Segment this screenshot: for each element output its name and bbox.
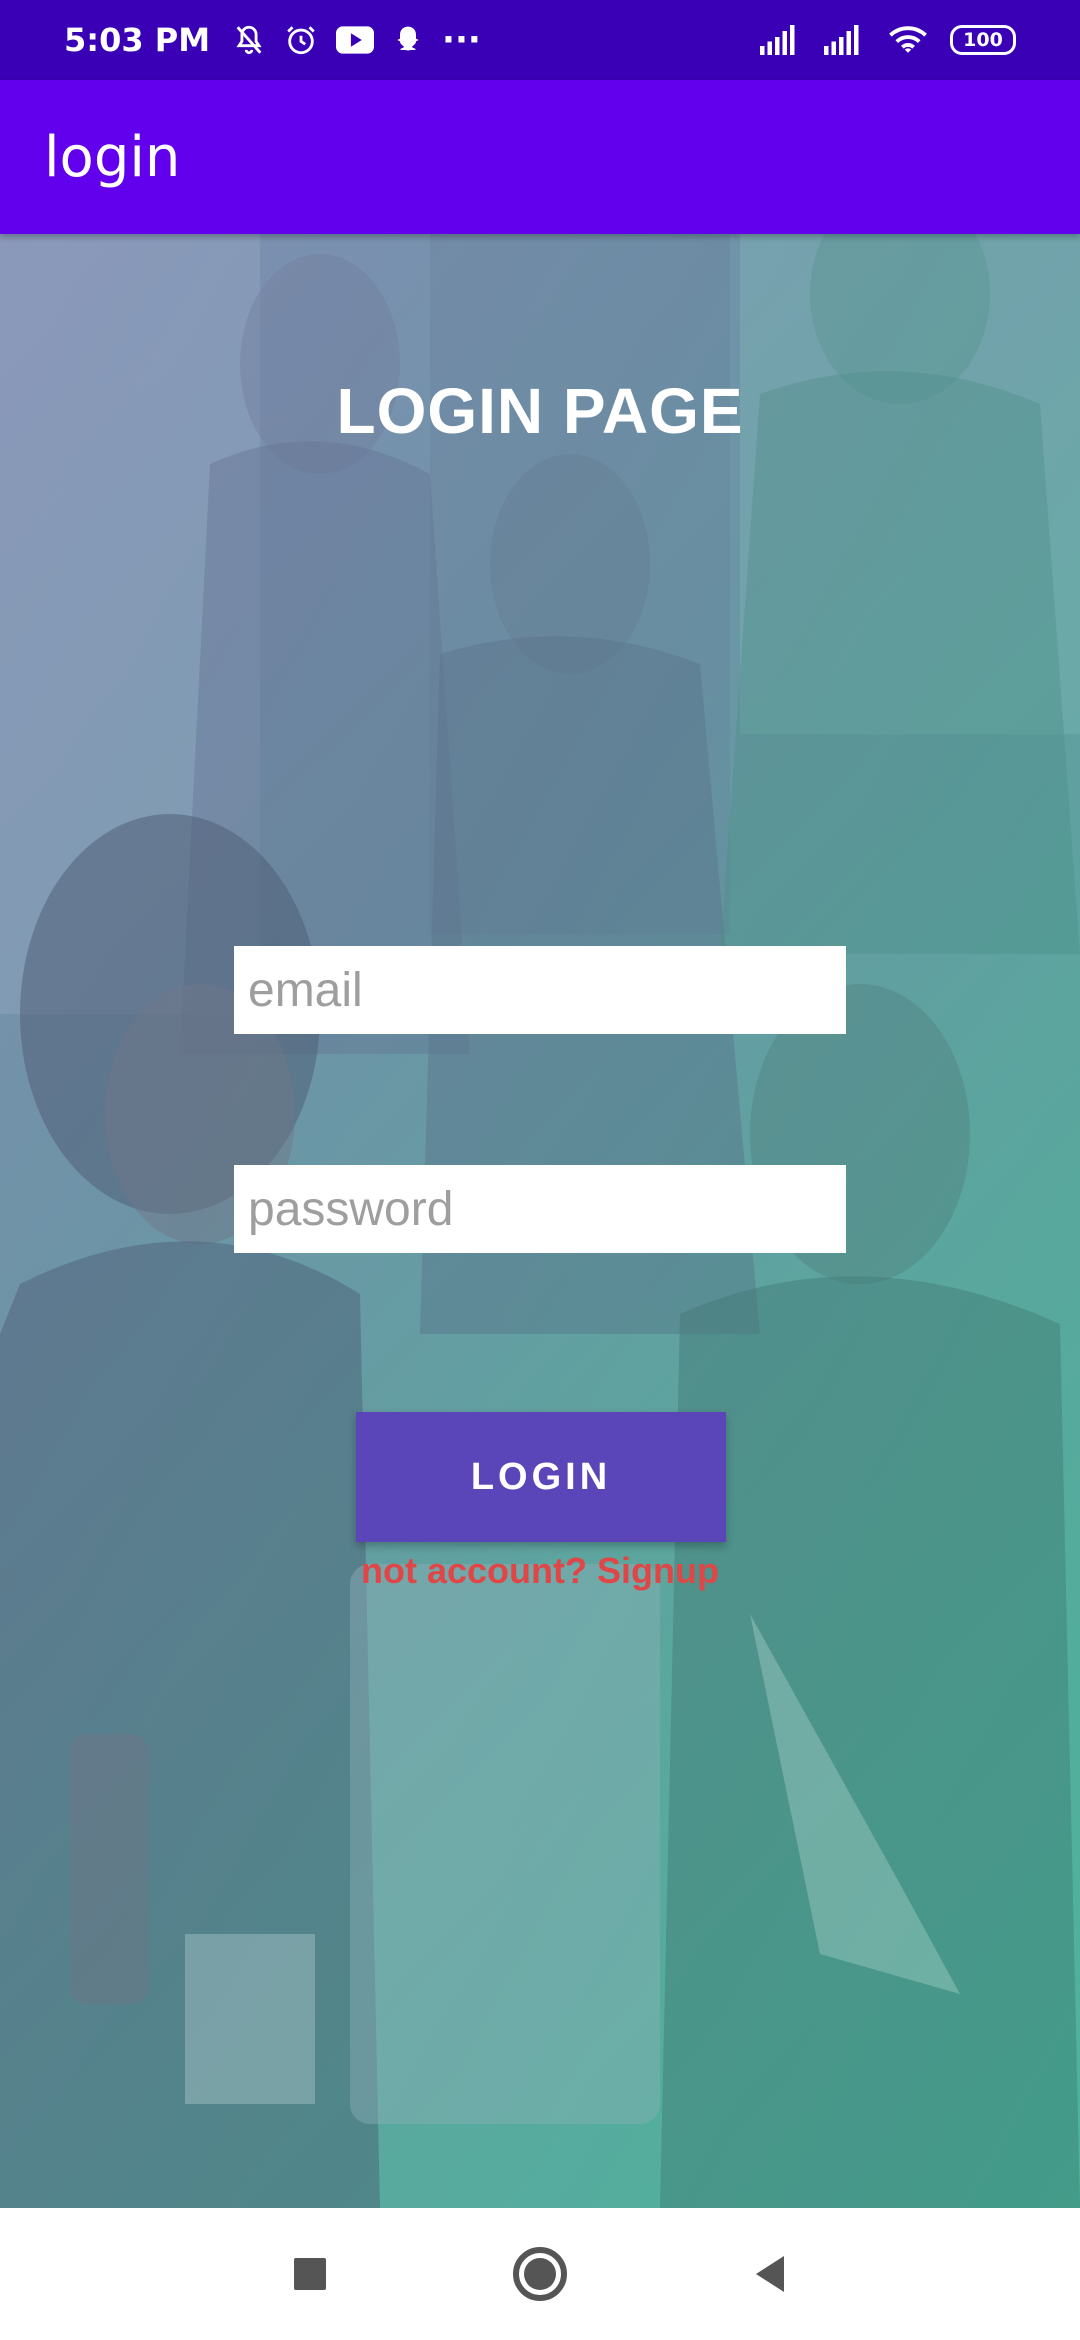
system-icons: 100 bbox=[760, 24, 1016, 56]
app-title: login bbox=[44, 124, 181, 190]
page-title: LOGIN PAGE bbox=[336, 375, 744, 447]
status-bar: 5:03 PM ··· 100 bbox=[0, 0, 1080, 80]
home-circle-icon[interactable] bbox=[500, 2234, 580, 2314]
signal-icon bbox=[760, 25, 802, 55]
notification-icons: ··· bbox=[232, 20, 481, 60]
app-bar: login bbox=[0, 80, 1080, 234]
status-time: 5:03 PM bbox=[64, 21, 211, 59]
navigation-bar bbox=[0, 2208, 1080, 2340]
youtube-icon bbox=[336, 25, 375, 55]
password-field[interactable] bbox=[234, 1165, 846, 1253]
signal-icon bbox=[824, 25, 866, 55]
signup-link[interactable]: not account? Signup bbox=[0, 1550, 1080, 1592]
battery-icon: 100 bbox=[950, 25, 1016, 55]
email-field[interactable] bbox=[234, 946, 846, 1034]
recents-square-icon[interactable] bbox=[270, 2234, 350, 2314]
login-screen: LOGIN PAGE LOGIN not account? Signup bbox=[0, 234, 1080, 2208]
wifi-icon bbox=[888, 24, 928, 56]
alarm-icon bbox=[284, 23, 318, 57]
login-button[interactable]: LOGIN bbox=[356, 1412, 726, 1542]
back-triangle-icon[interactable] bbox=[730, 2234, 810, 2314]
muted-bell-icon bbox=[232, 23, 266, 57]
more-dots-icon: ··· bbox=[442, 20, 481, 60]
snapchat-icon bbox=[392, 24, 424, 56]
